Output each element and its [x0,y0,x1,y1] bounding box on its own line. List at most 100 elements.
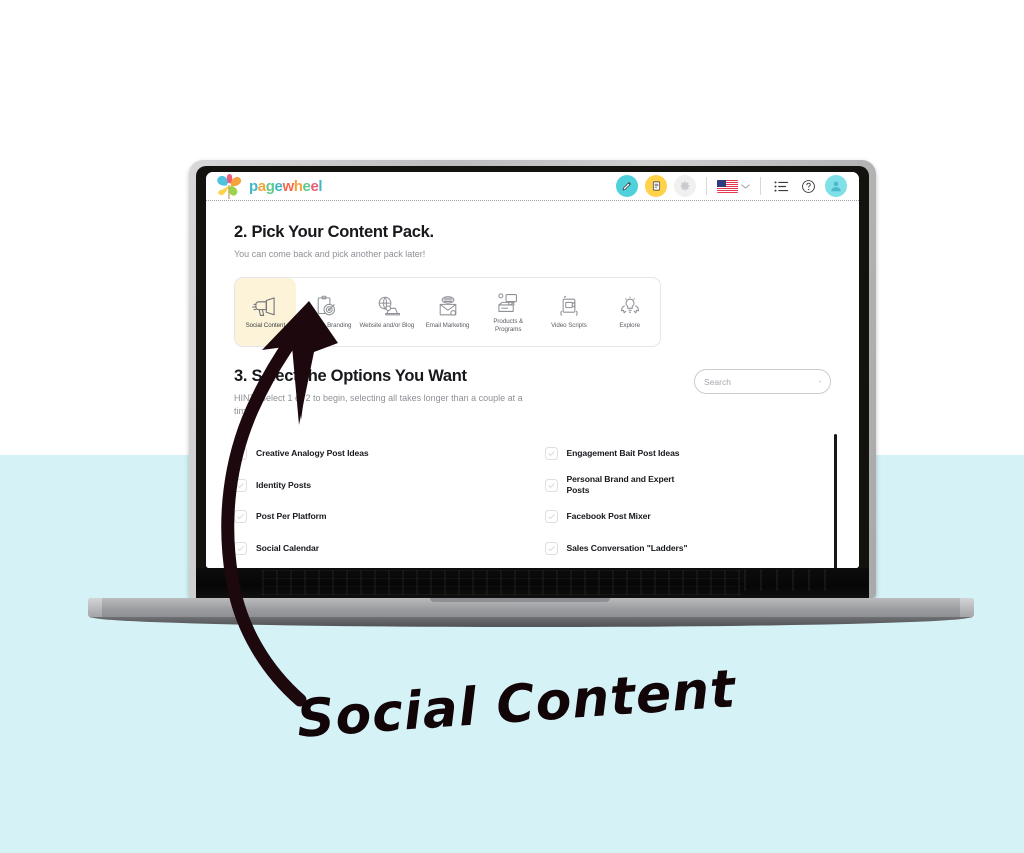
option-label: Personal Brand and Expert Posts [566,474,675,496]
pack-tab-explore[interactable]: Explore [599,278,660,346]
search-icon[interactable] [819,376,821,387]
pack-tab-business-branding[interactable]: Business Branding [296,278,357,346]
header-divider-1 [706,177,707,195]
checkmark-icon [237,483,244,488]
pack-tab-label: Products & Programs [493,317,524,333]
pack-tab-label: Video Scripts [551,321,587,329]
brand-letter: e [302,177,311,195]
laptop-keyboard-keys-right [744,569,840,591]
list-icon [773,180,788,192]
option-checkbox[interactable] [544,510,558,524]
pack-tab-label: Business Branding [300,321,352,329]
brand-letter: p [249,177,258,195]
step3-title: 3. Select the Options You Want [234,367,467,386]
content-pack-tabs: Social Content Business Branding Website… [234,277,661,348]
options-header-text: 3. Select the Options You Want HINT! Sel… [234,367,694,418]
laptop-base-edge-right [960,598,974,618]
search-input[interactable] [704,376,815,387]
globe-laptop-icon [378,296,400,315]
person-icon [831,181,841,192]
option-checkbox[interactable] [234,478,247,492]
user-avatar[interactable] [825,175,847,197]
gear-icon [680,181,690,191]
option-label: Engagement Bait Post Ideas [566,448,680,459]
option-checkbox[interactable] [234,541,247,555]
option-checkbox[interactable] [544,447,558,461]
settings-button[interactable] [674,175,696,197]
us-flag-icon [717,179,738,193]
option-checkbox[interactable] [234,510,247,524]
option-row[interactable]: Sales Conversation "Ladders" [544,533,832,565]
edit-pencil-button[interactable] [616,175,638,197]
product-box-icon [498,293,518,312]
brand-letter: a [257,177,266,195]
checkmark-icon [547,483,555,488]
option-checkbox[interactable] [234,447,247,461]
option-label: Facebook Post Mixer [566,511,651,522]
pack-tab-label: Explore [619,321,640,329]
checkmark-icon [547,451,555,457]
checkmark-icon [237,514,244,520]
option-label: Creative Analogy Post Ideas [256,448,369,459]
option-checkbox[interactable] [544,478,558,492]
page-body: 2. Pick Your Content Pack. You can come … [206,201,859,568]
pack-tab-website-blog[interactable]: Website and/or Blog [356,278,417,346]
laptop-base-edge-left [88,598,102,618]
help-button[interactable] [798,176,818,196]
option-row[interactable]: Creative Analogy Post Ideas [234,438,521,470]
brand-letter: l [318,177,323,195]
option-label: Social Calendar [256,542,319,553]
pinwheel-logo-icon [217,173,242,199]
option-checkbox[interactable] [544,541,558,555]
brand-logo[interactable]: pagewheel [214,172,323,200]
step2-title: 2. Pick Your Content Pack. [234,223,434,241]
step2-subtitle: You can come back and pick another pack … [234,249,426,259]
options-scrollbar[interactable] [834,434,837,568]
pack-tab-social-content[interactable]: Social Content [235,278,296,347]
pack-tab-email-marketing[interactable]: Email Marketing [417,278,478,346]
option-row[interactable]: Social Calendar [234,533,521,565]
step3-subtitle: HINT! Select 1 or 2 to begin, selecting … [234,393,523,417]
options-list: Creative Analogy Post Ideas Engagement B… [234,434,837,568]
laptop-base-shadow [92,617,970,627]
options-header: 3. Select the Options You Want HINT! Sel… [234,367,831,418]
laptop-base-notch [430,598,610,602]
option-row[interactable]: Personal Brand and Expert Posts [544,470,832,502]
option-label: Post Per Platform [256,511,327,522]
language-selector[interactable] [717,179,750,193]
header-divider-2 [760,177,761,195]
brand-letter: g [265,177,275,195]
option-row[interactable]: Identity Posts [234,470,521,502]
menu-list-button[interactable] [771,176,791,196]
laptop-screen: pagewheel 2. Pick Your Content Pack. You… [206,172,859,568]
video-camera-icon [560,295,578,316]
pack-tab-label: Social Content [245,321,286,329]
option-label: Sales Conversation "Ladders" [566,542,688,553]
library-book-button[interactable] [645,175,667,197]
app-header: pagewheel [206,172,859,201]
book-icon [652,181,660,191]
options-grid: Creative Analogy Post Ideas Engagement B… [234,438,831,564]
checkmark-icon [547,546,555,551]
option-label: Identity Posts [256,479,311,490]
option-row[interactable]: Facebook Post Mixer [544,501,832,533]
pack-tab-products-programs[interactable]: Products & Programs [478,278,539,346]
option-row[interactable]: Post Per Platform [234,501,521,533]
pack-tab-video-scripts[interactable]: Video Scripts [539,278,600,346]
checkmark-icon [547,514,555,520]
pencil-icon [622,182,631,191]
megaphone-icon [252,297,275,316]
brand-letter: w [282,177,294,195]
checkmark-icon [237,546,244,551]
laptop-keyboard-keys [262,570,742,595]
checkmark-icon [237,451,244,457]
pack-tab-label: Email Marketing [425,321,470,329]
pack-tab-label: Website and/or Blog [359,321,415,329]
chevron-down-icon [741,183,750,189]
question-circle-icon [801,179,815,193]
search-box[interactable] [694,369,831,395]
option-row[interactable]: Engagement Bait Post Ideas [544,438,832,470]
clipboard-target-icon [317,295,336,315]
lightbulb-hands-icon [620,296,639,314]
envelope-icon [439,295,456,316]
